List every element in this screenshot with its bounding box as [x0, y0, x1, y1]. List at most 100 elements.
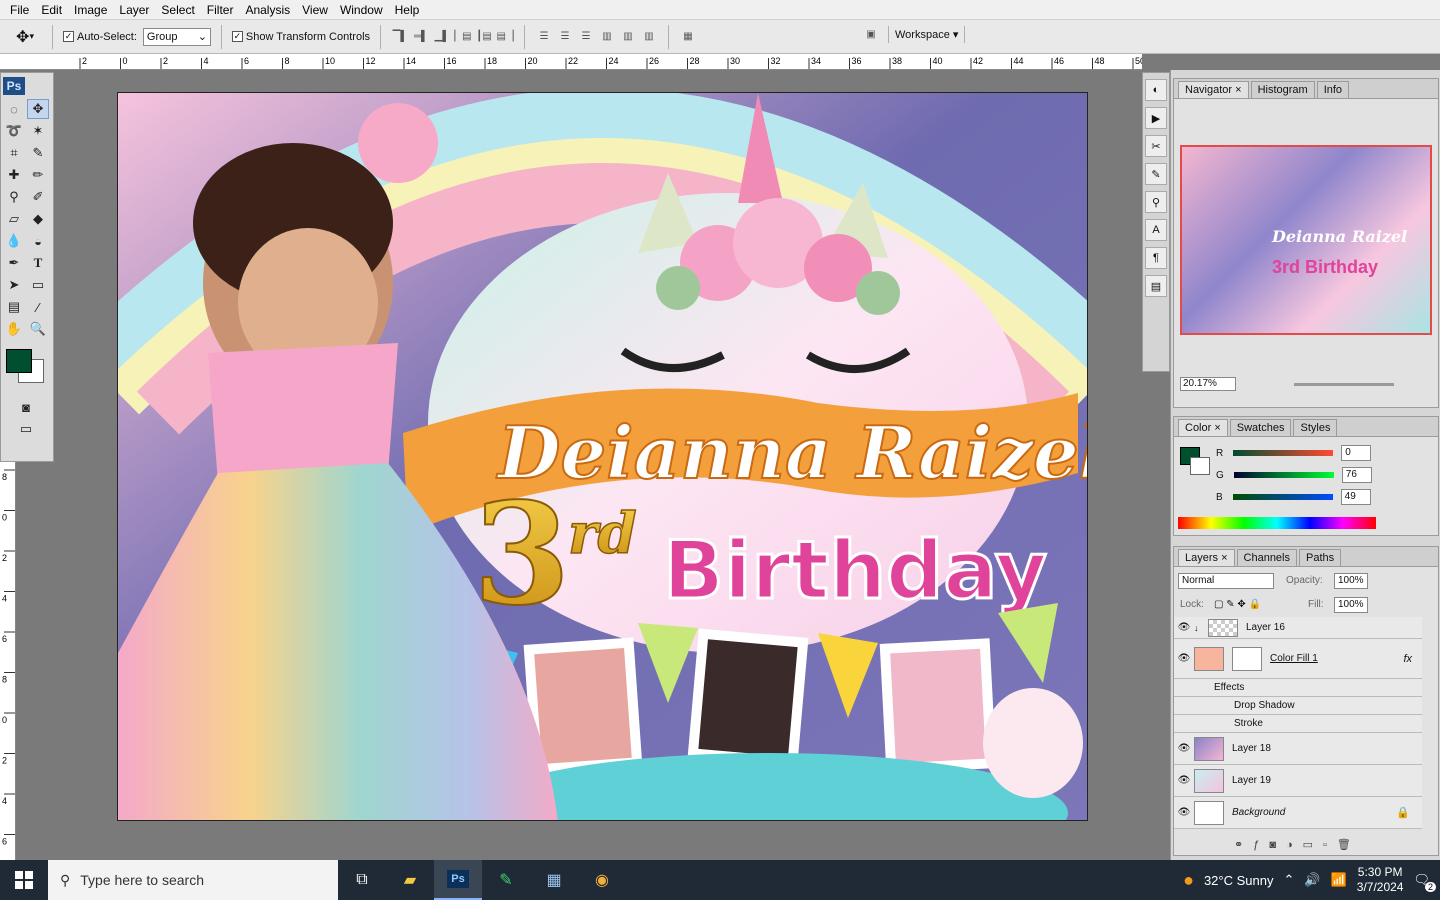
taskbar-search[interactable]: ⚲ Type here to search [48, 860, 338, 900]
eraser-tool-icon[interactable]: ▱ [3, 209, 25, 229]
calculator-icon[interactable]: ▦ [530, 860, 578, 900]
paint-bucket-tool-icon[interactable]: ◆ [27, 209, 49, 229]
tool-preset-picker[interactable]: ✥ ▾ [8, 25, 42, 49]
history-brush-tool-icon[interactable]: ✐ [27, 187, 49, 207]
color-bg-swatch[interactable] [1190, 457, 1210, 475]
fill-field[interactable]: 100% [1334, 597, 1368, 613]
screen-mode-icon[interactable]: ▭ [15, 419, 37, 439]
rectangle-tool-icon[interactable]: ▭ [27, 275, 49, 295]
layer-row[interactable]: 👁 Background 🔒 [1174, 797, 1422, 829]
distribute-right-icon[interactable]: ▥ [640, 28, 658, 46]
brush-tool-icon[interactable]: ✏ [27, 165, 49, 185]
show-transform-checkbox[interactable]: ✓ Show Transform Controls [231, 31, 370, 43]
tab-info[interactable]: Info [1316, 81, 1350, 98]
menu-layer[interactable]: Layer [113, 3, 155, 17]
menu-select[interactable]: Select [155, 3, 200, 17]
auto-align-icon[interactable]: ▦ [679, 28, 697, 46]
layer-row[interactable]: 👁 Color Fill 1 fx [1174, 639, 1422, 679]
blur-tool-icon[interactable]: 💧 [3, 231, 25, 251]
menu-help[interactable]: Help [389, 3, 426, 17]
eye-icon[interactable]: 👁 [1174, 622, 1194, 633]
menu-file[interactable]: File [4, 3, 35, 17]
align-bottom-icon[interactable]: ▁▌ [433, 28, 451, 46]
distribute-vcenter-icon[interactable]: ☰ [556, 28, 574, 46]
color-swatches[interactable] [4, 347, 53, 387]
paragraph-panel-icon[interactable]: ¶ [1145, 247, 1167, 269]
type-tool-icon[interactable]: T [27, 253, 49, 273]
menu-image[interactable]: Image [68, 3, 113, 17]
start-button[interactable] [0, 860, 48, 900]
tray-chevron-icon[interactable]: ⌃ [1283, 872, 1294, 888]
clock[interactable]: 5:30 PM 3/7/2024 [1357, 865, 1404, 895]
file-explorer-icon[interactable]: ▰ [386, 860, 434, 900]
green-track[interactable] [1233, 472, 1334, 478]
align-hcenter-icon[interactable]: ┃▤ [475, 28, 493, 46]
blend-mode-dropdown[interactable]: Normal [1178, 573, 1274, 589]
drawing-app-icon[interactable]: ✎ [482, 860, 530, 900]
navigator-thumbnail[interactable]: Deianna Raizel 3rd Birthday [1180, 145, 1432, 335]
green-value-field[interactable]: 76 [1341, 467, 1372, 483]
align-left-icon[interactable]: ▏▤ [454, 28, 472, 46]
drop-shadow-row[interactable]: Drop Shadow [1174, 697, 1422, 715]
clone-source-panel-icon[interactable]: ⚲ [1145, 191, 1167, 213]
slider-blue[interactable]: B 49 [1216, 489, 1371, 505]
tab-navigator[interactable]: Navigator × [1178, 81, 1249, 98]
character-panel-icon[interactable]: A [1145, 219, 1167, 241]
tool-presets-panel-icon[interactable]: ✂ [1145, 135, 1167, 157]
color-spectrum-bar[interactable] [1178, 517, 1376, 529]
workspace-button[interactable]: Workspace ▾ [888, 25, 966, 43]
blue-value-field[interactable]: 49 [1340, 489, 1371, 505]
clone-stamp-tool-icon[interactable]: ⚲ [3, 187, 25, 207]
stroke-row[interactable]: Stroke [1174, 715, 1422, 733]
network-icon[interactable]: 📶 [1331, 872, 1347, 888]
history-panel-icon[interactable]: ◐ [1145, 79, 1167, 101]
tab-paths[interactable]: Paths [1299, 549, 1342, 566]
eye-icon[interactable]: 👁 [1174, 653, 1194, 664]
align-top-icon[interactable]: ▔▌ [391, 28, 409, 46]
notes-tool-icon[interactable]: ▤ [3, 297, 25, 317]
menu-analysis[interactable]: Analysis [239, 3, 296, 17]
align-vcenter-icon[interactable]: ═▌ [412, 28, 430, 46]
weather-text[interactable]: 32°C Sunny [1204, 873, 1274, 888]
blue-track[interactable] [1232, 494, 1333, 500]
fx-icon[interactable]: fx [1403, 653, 1412, 665]
weather-icon[interactable]: ● [1183, 870, 1194, 891]
hand-tool-icon[interactable]: ✋ [3, 319, 25, 339]
menu-edit[interactable]: Edit [35, 3, 68, 17]
auto-select-checkbox[interactable]: ✓ Auto-Select: [63, 31, 137, 43]
distribute-left-icon[interactable]: ▥ [598, 28, 616, 46]
opacity-field[interactable]: 100% [1334, 573, 1368, 589]
slider-green[interactable]: G 76 [1216, 467, 1372, 483]
eye-icon[interactable]: 👁 [1174, 743, 1194, 754]
vertical-ruler[interactable]: 8 0 2 4 6 8 0 2 4 6 [0, 460, 16, 860]
red-value-field[interactable]: 0 [1341, 445, 1372, 461]
effects-row[interactable]: Effects [1174, 679, 1422, 697]
notifications-icon[interactable]: 🗨 2 [1413, 872, 1436, 892]
red-track[interactable] [1233, 450, 1334, 456]
magic-wand-tool-icon[interactable]: ✶ [27, 121, 49, 141]
document-canvas[interactable]: Deianna Raizel 3 rd Birthday [117, 92, 1088, 821]
eyedropper-tool-icon[interactable]: ⁄ [27, 297, 49, 317]
crop-tool-icon[interactable]: ⌗ [3, 143, 25, 163]
move-tool-icon[interactable]: ✥ [27, 99, 49, 119]
foreground-color[interactable] [6, 349, 32, 373]
quick-mask-icon[interactable]: ◙ [15, 397, 37, 417]
distribute-hcenter-icon[interactable]: ▥ [619, 28, 637, 46]
path-selection-tool-icon[interactable]: ➤ [3, 275, 25, 295]
layer-row[interactable]: 👁 ↓ Layer 16 [1174, 617, 1422, 639]
marquee-tool-icon[interactable]: ◌ [3, 99, 25, 119]
menu-filter[interactable]: Filter [201, 3, 240, 17]
tab-color[interactable]: Color × [1178, 419, 1228, 436]
tab-swatches[interactable]: Swatches [1229, 419, 1292, 436]
layer-comps-panel-icon[interactable]: ▤ [1145, 275, 1167, 297]
menu-view[interactable]: View [296, 3, 334, 17]
pen-tool-icon[interactable]: ✒ [3, 253, 25, 273]
tab-channels[interactable]: Channels [1236, 549, 1297, 566]
tab-layers[interactable]: Layers × [1178, 549, 1235, 566]
slice-tool-icon[interactable]: ✎ [27, 143, 49, 163]
lock-icons[interactable]: ▢ ✎ ✥ 🔒 [1214, 599, 1261, 610]
zoom-tool-icon[interactable]: 🔍 [27, 319, 49, 339]
bridge-icon[interactable]: ▣ [862, 25, 880, 43]
distribute-bottom-icon[interactable]: ☰ [577, 28, 595, 46]
document-area[interactable]: Deianna Raizel 3 rd Birthday [54, 70, 1140, 860]
